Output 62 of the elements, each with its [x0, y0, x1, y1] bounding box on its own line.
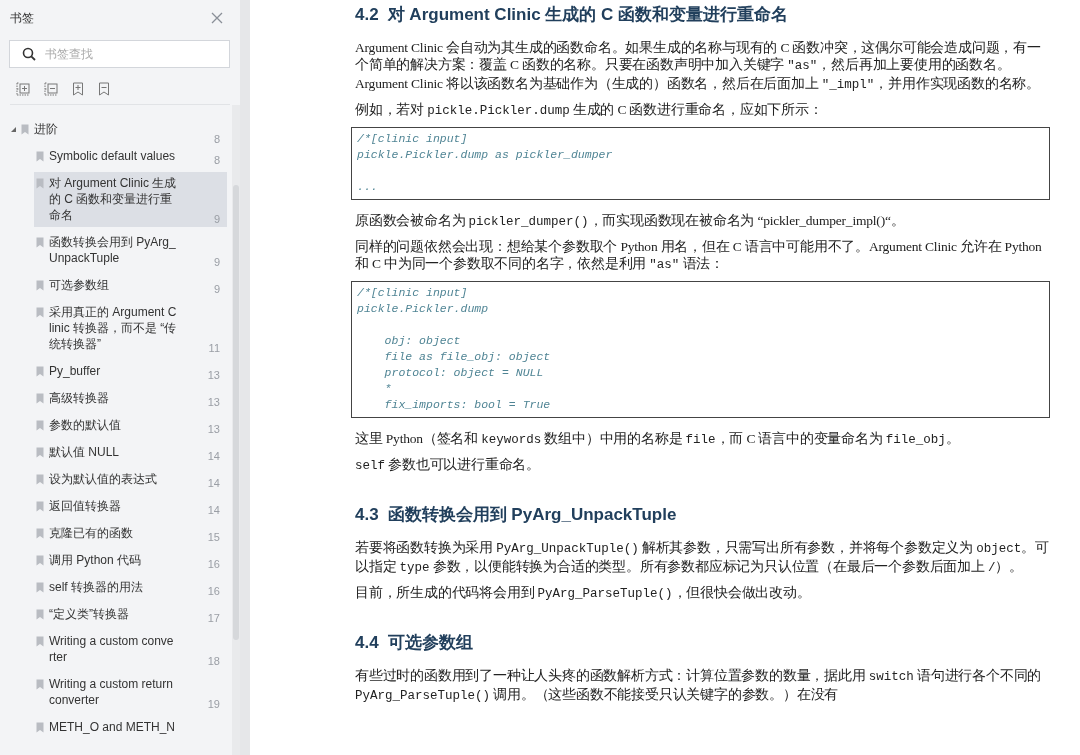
bookmark-icon: [36, 636, 44, 647]
caret-icon[interactable]: [10, 126, 17, 133]
bookmark-item[interactable]: 默认值 NULL 14: [34, 441, 227, 464]
paragraph: 目前，所生成的代码将会用到 PyArg_ParseTuple()，但很快会做出改动。: [355, 584, 812, 603]
scrollbar-thumb[interactable]: [233, 185, 239, 640]
bookmark-icon: [36, 609, 44, 620]
paragraph: 原函数会被命名为 pickler_dumper()，而实现函数现在被命名为 “pickler_dumper_impl()“。: [355, 212, 906, 231]
code-block: /*[clinic input] pickle.Pickler.dump as pickler_dumper ...: [351, 127, 1050, 200]
bookmark-icon: [36, 420, 44, 431]
bookmark-icon: [36, 474, 44, 485]
paragraph: 同样的问题依然会出现：想给某个参数取个 Python 用名，但在 C 语言中可能用不了。Argument Clinic 允许在 Python 和 C 中为同一个参数取不同的名字，依然是利用 "as" 语法：: [355, 238, 1043, 274]
bookmark-item[interactable]: 函数转换会用到 PyArg_UnpackTuple 9: [34, 231, 227, 270]
bookmark-item[interactable]: 可选参数组 9: [34, 274, 227, 297]
bookmark-item[interactable]: 采用真正的 Argument Clinic 转换器，而不是 “传统转换器” 11: [34, 301, 227, 356]
bookmark-icon: [36, 501, 44, 512]
bookmark-icon: [36, 178, 44, 189]
bookmark-item[interactable]: Py_buffer 13: [34, 360, 227, 383]
bookmark-icon: [21, 124, 29, 135]
paragraph: 这里 Python（签名和 keywords 数组中）中用的名称是 file，而 C 语言中的变量命名为 file_obj。: [355, 430, 961, 449]
bookmark-item[interactable]: 对 Argument Clinic 生成的 C 函数和变量进行重命名 9: [34, 172, 227, 227]
bookmark-icon: [36, 582, 44, 593]
bookmark-icon: [36, 280, 44, 291]
bookmark-item[interactable]: self 转换器的用法 16: [34, 576, 227, 599]
bookmark-item[interactable]: 参数的默认值 13: [34, 414, 227, 437]
paragraph: 若要将函数转换为采用 PyArg_UnpackTuple() 解析其参数，只需写出所有参数，并将每个参数定义为 object。可以指定 type 参数，以便能转换为合适的类型。所有参数都应标记为只认位置（在最后一个参数后面加上 /）。: [355, 539, 1050, 577]
paragraph: 有些过时的函数用到了一种让人头疼的函数解析方式：计算位置参数的数量，据此用 switch 语句进行各个不同的 PyArg_ParseTuple() 调用。（这些函数不能接受只认关键字的参数。）在没有: [355, 667, 1043, 705]
bookmark-item[interactable]: 调用 Python 代码 16: [34, 549, 227, 572]
section-heading: 4.4 可选参数组: [355, 633, 474, 653]
bookmark-icon: [36, 679, 44, 690]
bookmark-item[interactable]: 高级转换器 13: [34, 387, 227, 410]
bookmark-icon: [36, 528, 44, 539]
bookmark-item[interactable]: 返回值转换器 14: [34, 495, 227, 518]
add-bookmark-icon[interactable]: [72, 82, 84, 96]
bookmark-icon: [36, 151, 44, 162]
search-icon: [22, 47, 36, 61]
expand-all-icon[interactable]: [16, 82, 30, 96]
bookmark-icon: [36, 555, 44, 566]
bookmark-icon: [36, 447, 44, 458]
paragraph: Argument Clinic 会自动为其生成的函数命名。如果生成的名称与现有的 C 函数冲突，这偶尔可能会造成问题，有一个简单的解决方案：覆盖 C 函数的名称。只要在函数声明中加入关键字 "as"，然后再加上要使用的函数名。Argument Clinic 将以该函数名为基础作为（生成的）函数名，然后在后面加上 "_impl"，并用作实现函数的名称。: [355, 39, 1042, 94]
collapse-all-icon[interactable]: [44, 82, 58, 96]
bookmark-item[interactable]: Writing a custom return converter 19: [34, 673, 227, 712]
bookmark-icon: [36, 722, 44, 733]
paragraph: 例如，若对 pickle.Pickler.dump 生成的 C 函数进行重命名，应如下所示：: [355, 101, 824, 120]
search-field[interactable]: 书签查找: [9, 40, 230, 68]
section-heading: 4.3 函数转换会用到 PyArg_UnpackTuple: [355, 505, 678, 525]
bookmark-icon: [36, 393, 44, 404]
bookmark-icon: [36, 366, 44, 377]
bookmark-icon: [36, 307, 44, 318]
code-block: /*[clinic input] pickle.Pickler.dump obj: object file as file_obj: object protocol: object = NULL * fix_imports: bool = True: [351, 281, 1050, 418]
bookmark-item[interactable]: 设为默认值的表达式 14: [34, 468, 227, 491]
remove-bookmark-icon[interactable]: [98, 82, 110, 96]
bookmark-item[interactable]: 进阶 8: [0, 118, 232, 141]
bookmark-item[interactable]: 克隆已有的函数 15: [34, 522, 227, 545]
bookmark-item[interactable]: METH_O and METH_N: [34, 716, 227, 739]
paragraph: self 参数也可以进行重命名。: [355, 456, 541, 475]
bookmark-item[interactable]: Writing a custom converter 18: [34, 630, 227, 669]
bookmark-icon: [36, 237, 44, 248]
panel-title: 书签: [10, 9, 34, 27]
section-heading: 4.2 对 Argument Clinic 生成的 C 函数和变量进行重命名: [355, 5, 790, 25]
bookmark-item[interactable]: Symbolic default values 8: [34, 145, 227, 168]
close-icon[interactable]: [211, 12, 223, 24]
bookmark-item[interactable]: “定义类”转换器 17: [34, 603, 227, 626]
